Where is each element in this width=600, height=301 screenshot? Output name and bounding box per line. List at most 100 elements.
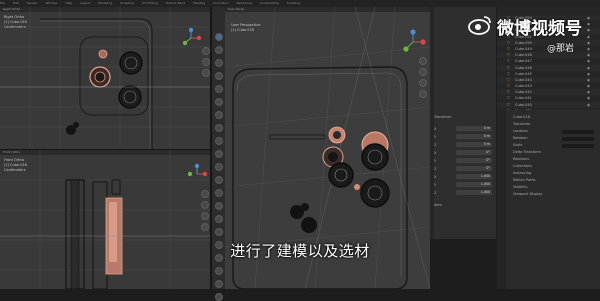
viewport-bottom-left[interactable]: Front Ortho Front Ortho (1) Cube.018 Cen… bbox=[0, 150, 210, 289]
properties-list: Cube.018 Transform Location Rotation Scale De… bbox=[497, 110, 600, 198]
transform-value-field[interactable]: 0° bbox=[456, 166, 492, 171]
pan-hand-icon[interactable] bbox=[419, 68, 427, 76]
watermark-user: @那岩 bbox=[547, 44, 575, 54]
navigation-gizmo[interactable] bbox=[186, 163, 208, 185]
menu-item[interactable]: Animation bbox=[213, 1, 228, 5]
properties-row[interactable]: Viewport Display bbox=[497, 191, 600, 198]
properties-row[interactable]: Delta Transform bbox=[497, 149, 600, 156]
knife-icon[interactable] bbox=[215, 189, 223, 197]
properties-row[interactable]: Instancing bbox=[497, 170, 600, 177]
transform-axis-label: Y bbox=[434, 159, 437, 163]
properties-value-field[interactable] bbox=[562, 129, 594, 134]
transform-value-field[interactable]: 1.000 bbox=[456, 174, 492, 179]
weibo-watermark: 微博视频号 @那岩 bbox=[467, 14, 595, 54]
video-subtitle: 进行了建模以及选材 bbox=[230, 242, 370, 260]
menu-item[interactable]: Render bbox=[27, 1, 38, 5]
transform-value-field[interactable]: 0 m bbox=[456, 126, 492, 131]
properties-row[interactable]: Collections bbox=[497, 163, 600, 170]
grid-icon[interactable] bbox=[419, 90, 427, 98]
properties-row-label: Rotation bbox=[513, 136, 528, 140]
navigation-gizmo[interactable] bbox=[400, 29, 426, 55]
phone-side-wireframe bbox=[0, 150, 210, 289]
pan-hand-icon[interactable] bbox=[202, 58, 210, 66]
transform-value-field[interactable]: 0 m bbox=[456, 142, 492, 147]
inset-icon[interactable] bbox=[215, 150, 223, 158]
menu-item[interactable]: UV Editing bbox=[142, 1, 158, 5]
properties-row[interactable]: Relations bbox=[497, 156, 600, 163]
spin-icon[interactable] bbox=[215, 215, 223, 223]
extrude-icon[interactable] bbox=[215, 137, 223, 145]
properties-row[interactable]: Motion Paths bbox=[497, 177, 600, 184]
area-divider[interactable] bbox=[0, 149, 210, 150]
zoom-icon[interactable] bbox=[419, 57, 427, 65]
properties-row-label: Viewport Display bbox=[513, 192, 543, 196]
annotate-icon[interactable] bbox=[215, 111, 223, 119]
transform-value-field[interactable]: 0° bbox=[456, 158, 492, 163]
bevel-icon[interactable] bbox=[215, 163, 223, 171]
menu-item[interactable]: Compositing bbox=[260, 1, 279, 5]
properties-row-label: Scale bbox=[513, 143, 523, 147]
measure-icon[interactable] bbox=[215, 124, 223, 132]
zoom-icon[interactable] bbox=[201, 190, 209, 198]
properties-row[interactable]: Visibility bbox=[497, 184, 600, 191]
properties-row[interactable]: Cube.018 bbox=[497, 114, 600, 121]
menu-item[interactable]: Modeling bbox=[98, 1, 112, 5]
transform-value-field[interactable]: 0 m bbox=[456, 134, 492, 139]
scale-icon[interactable] bbox=[215, 85, 223, 93]
smooth-icon[interactable] bbox=[215, 228, 223, 236]
transform-icon[interactable] bbox=[215, 98, 223, 106]
section-item[interactable]: Item bbox=[434, 203, 442, 207]
menu-item[interactable]: File bbox=[0, 1, 5, 5]
outliner-row-label: Cube.047 bbox=[515, 59, 532, 64]
camera-icon[interactable] bbox=[419, 79, 427, 87]
poly-build-icon[interactable] bbox=[215, 202, 223, 210]
pan-hand-icon[interactable] bbox=[201, 201, 209, 209]
menu-item[interactable]: Help bbox=[65, 1, 72, 5]
section-transform[interactable]: Transform bbox=[434, 115, 451, 119]
properties-row-label: Delta Transform bbox=[513, 150, 541, 154]
properties-row-label: Relations bbox=[513, 157, 530, 161]
properties-row[interactable]: Transform bbox=[497, 121, 600, 128]
properties-row[interactable]: Scale bbox=[497, 142, 600, 149]
menu-item[interactable]: Texture Paint bbox=[166, 1, 185, 5]
menu-item[interactable]: Window bbox=[46, 1, 58, 5]
menu-item[interactable]: Sculpting bbox=[120, 1, 134, 5]
transform-axis-label: X bbox=[434, 175, 437, 179]
properties-row[interactable]: Location bbox=[497, 128, 600, 135]
menu-item[interactable]: Edit bbox=[13, 1, 19, 5]
transform-axis-label: Y bbox=[434, 135, 437, 139]
grid-icon[interactable] bbox=[201, 223, 209, 231]
move-icon[interactable] bbox=[215, 59, 223, 67]
menu-item[interactable]: Scripting bbox=[287, 1, 300, 5]
outliner-row-label: Cube.040 bbox=[515, 102, 532, 107]
camera-icon[interactable] bbox=[201, 212, 209, 220]
outliner-row-label: Cube.045 bbox=[515, 71, 532, 76]
shear-icon[interactable] bbox=[215, 267, 223, 275]
menu-item[interactable]: Shading bbox=[193, 1, 205, 5]
navigation-gizmo[interactable] bbox=[180, 27, 202, 49]
leaf-icon[interactable] bbox=[215, 293, 223, 301]
menu-item[interactable]: Rendering bbox=[237, 1, 252, 5]
loop-cut-icon[interactable] bbox=[215, 176, 223, 184]
phone-back-wireframe bbox=[0, 7, 210, 149]
camera-icon[interactable] bbox=[202, 69, 210, 77]
cursor-icon[interactable] bbox=[215, 46, 223, 54]
properties-value-field[interactable] bbox=[562, 143, 594, 148]
outliner-row-label: Cube.043 bbox=[515, 84, 532, 89]
properties-value-field[interactable] bbox=[562, 136, 594, 141]
select-cursor-icon[interactable] bbox=[215, 33, 223, 41]
transform-value-field[interactable]: 1.000 bbox=[456, 190, 492, 195]
transform-value-field[interactable]: 0° bbox=[456, 150, 492, 155]
rotate-icon[interactable] bbox=[215, 72, 223, 80]
transform-axis-label: X bbox=[434, 127, 437, 131]
properties-row[interactable]: Rotation bbox=[497, 135, 600, 142]
outliner-row-label: Cube.044 bbox=[515, 77, 532, 82]
rip-icon[interactable] bbox=[215, 280, 223, 288]
menu-item[interactable]: Layout bbox=[80, 1, 90, 5]
properties-editor: Cube.018 Transform Location Rotation Scale De… bbox=[497, 110, 600, 289]
viewport-top-left[interactable]: Right Ortho Right Ortho (1) Cube.018 Cen… bbox=[0, 7, 210, 149]
properties-row-label: Cube.018 bbox=[513, 115, 530, 119]
outliner-row-label: Cube.042 bbox=[515, 90, 532, 95]
transform-value-field[interactable]: 1.000 bbox=[456, 182, 492, 187]
zoom-icon[interactable] bbox=[202, 47, 210, 55]
